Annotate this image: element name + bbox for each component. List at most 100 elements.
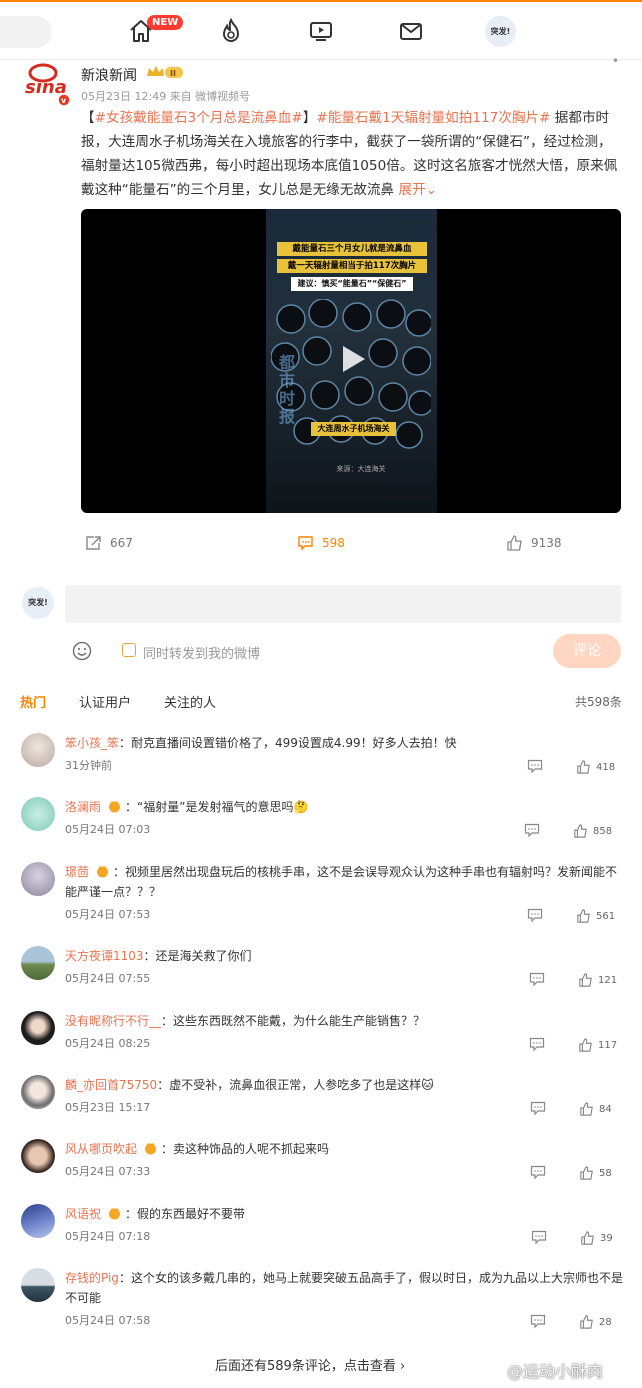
commenter-name[interactable]: 璟茴: [65, 865, 89, 879]
comment-like-button[interactable]: 858: [573, 824, 612, 838]
fan-badge-icon: [109, 1208, 121, 1220]
reply-icon[interactable]: [524, 823, 540, 838]
comment-like-count: 39: [600, 1232, 613, 1244]
comment-text: ：卖这种饰品的人呢不抓起来吗: [161, 1142, 330, 1156]
comment-total: 共598条: [575, 695, 622, 709]
hot-flame-icon[interactable]: [218, 18, 244, 44]
sina-logo-avatar[interactable]: sina v: [23, 61, 73, 107]
commenter-name[interactable]: 存钱的Pig: [65, 1271, 119, 1285]
commenter-avatar[interactable]: [21, 1011, 55, 1045]
comment-like-button[interactable]: 84: [579, 1102, 612, 1116]
commenter-name[interactable]: 洛澜雨: [65, 800, 101, 814]
commenter-name[interactable]: 笨小孩_笨: [65, 736, 119, 750]
comment-body: 璟茴 ：视频里居然出现盘玩后的核桃手串，这不是会误导观众认为这种手串也有辐射吗？发…: [65, 862, 625, 902]
commenter-avatar[interactable]: [21, 797, 55, 831]
reply-icon[interactable]: [529, 972, 545, 987]
comment-time: 05月24日 07:18: [65, 1230, 151, 1243]
hashtag-link[interactable]: #能量石戴1天辐射量如拍117次胸片#: [316, 110, 550, 126]
commenter-avatar[interactable]: [21, 946, 55, 980]
post-text: 【#女孩戴能量石3个月总是流鼻血#】#能量石戴1天辐射量如拍117次胸片# 据都…: [81, 110, 618, 198]
comment-like-button[interactable]: 28: [579, 1315, 612, 1329]
commenter-avatar[interactable]: [21, 1139, 55, 1173]
profile-avatar[interactable]: 突发!: [485, 16, 516, 47]
emoji-icon[interactable]: [72, 641, 92, 661]
comment-like-button[interactable]: 121: [578, 973, 617, 987]
my-avatar: 突发!: [22, 587, 54, 619]
tab-hot[interactable]: 热门: [20, 692, 46, 711]
commenter-avatar[interactable]: [21, 1268, 55, 1302]
video-caption-2: 戴一天辐射量相当于拍117次胸片: [277, 259, 427, 273]
comment-time: 05月24日 07:53: [65, 908, 151, 921]
view-more-comments-link[interactable]: 后面还有589条评论，点击查看 ›: [215, 1355, 405, 1374]
comment-body: 天方夜谭1103：还是海关救了你们: [65, 946, 625, 966]
repost-icon: [86, 536, 101, 550]
comment-button[interactable]: 598: [297, 533, 345, 553]
commenter-avatar[interactable]: [21, 1075, 55, 1109]
tab-verified-users[interactable]: 认证用户: [79, 692, 131, 711]
comment-text: ：视频里居然出现盘玩后的核桃手串，这不是会误导观众认为这种手串也有辐射吗？发新闻…: [65, 865, 618, 899]
comment-like-button[interactable]: 561: [576, 909, 615, 923]
thumb-up-icon: [580, 1315, 593, 1329]
commenter-name[interactable]: 没有昵称行不行__: [65, 1014, 161, 1028]
video-player[interactable]: 戴能量石三个月女儿就是流鼻血 戴一天辐射量相当于拍117次胸片 建议：慎买“能量…: [81, 209, 621, 513]
thumb-up-icon: [577, 909, 590, 923]
repost-checkbox-label: 同时转发到我的微博: [143, 647, 261, 662]
reply-icon[interactable]: [530, 1101, 546, 1116]
comment-body: 没有昵称行不行__：这些东西既然不能戴，为什么能生产能销售？？: [65, 1011, 625, 1031]
repost-checkbox[interactable]: [122, 643, 136, 657]
comment-time: 05月24日 07:55: [65, 972, 151, 985]
video-watermark: 都市时报: [279, 353, 296, 426]
tab-following[interactable]: 关注的人: [164, 692, 216, 711]
thumb-up-icon: [579, 973, 592, 987]
more-options-icon[interactable]: •: [612, 54, 619, 68]
svg-text:II: II: [170, 69, 176, 78]
message-envelope-icon[interactable]: [398, 18, 424, 44]
comment-like-button[interactable]: 418: [576, 760, 615, 774]
comment-body: 笨小孩_笨：耐克直播间设置错价格了，499设置成4.99！好多人去拍！快: [65, 733, 625, 753]
comment-like-button[interactable]: 39: [580, 1231, 613, 1245]
comment-like-button[interactable]: 117: [578, 1038, 617, 1052]
comment-body: 风从哪页吹起 ：卖这种饰品的人呢不抓起来吗: [65, 1139, 625, 1159]
thumb-up-icon: [581, 1231, 594, 1245]
reply-icon[interactable]: [531, 1230, 547, 1245]
fan-badge-icon: [145, 1143, 157, 1155]
reply-icon[interactable]: [527, 908, 543, 923]
comment-icon: [298, 536, 313, 551]
comment-time: 05月24日 08:25: [65, 1037, 151, 1050]
commenter-name[interactable]: 麟_亦回首75750: [65, 1078, 157, 1092]
commenter-avatar[interactable]: [21, 862, 55, 896]
comment-input[interactable]: [65, 585, 621, 623]
commenter-name[interactable]: 风语祝: [65, 1207, 101, 1221]
thumb-up-icon: [580, 1102, 593, 1116]
comment-time: 05月23日 15:17: [65, 1101, 151, 1114]
repost-button[interactable]: 667: [85, 533, 133, 553]
commenter-avatar[interactable]: [21, 733, 55, 767]
reply-icon[interactable]: [527, 759, 543, 774]
comment-text: ：“福射量”是发射福气的意思吗🤔: [125, 800, 309, 814]
comment-count: 598: [322, 536, 345, 550]
play-icon[interactable]: [335, 342, 369, 376]
hashtag-link[interactable]: #女孩戴能量石3个月总是流鼻血#: [95, 110, 303, 126]
comment-text: ：假的东西最好不要带: [125, 1207, 246, 1221]
comment-like-count: 121: [598, 974, 618, 986]
commenter-name[interactable]: 风从哪页吹起: [65, 1142, 137, 1156]
search-box[interactable]: [0, 16, 52, 48]
svg-text:v: v: [61, 96, 67, 105]
commenter-name[interactable]: 天方夜谭1103: [65, 949, 144, 963]
comment-time: 31分钟前: [65, 759, 112, 772]
post-author-name[interactable]: 新浪新闻: [81, 65, 137, 85]
reply-icon[interactable]: [530, 1165, 546, 1180]
like-count: 9138: [531, 536, 562, 550]
video-tv-icon[interactable]: [308, 18, 334, 44]
comment-text: ：虚不受补，流鼻血很正常，人参吃多了也是这样🐱: [157, 1078, 434, 1092]
comment-text: ：这个女的该多戴几串的，她马上就要突破五品高手了，假以时日，成为九品以上大宗师也…: [65, 1271, 623, 1305]
like-button[interactable]: 9138: [506, 533, 562, 553]
comment-like-count: 58: [599, 1167, 612, 1179]
commenter-avatar[interactable]: [21, 1204, 55, 1238]
reply-icon[interactable]: [530, 1314, 546, 1329]
comment-text: ：还是海关救了你们: [143, 949, 252, 963]
comment-like-button[interactable]: 58: [579, 1166, 612, 1180]
submit-comment-button[interactable]: 评论: [553, 634, 621, 668]
expand-link[interactable]: 展开⌄: [394, 182, 437, 198]
reply-icon[interactable]: [529, 1037, 545, 1052]
